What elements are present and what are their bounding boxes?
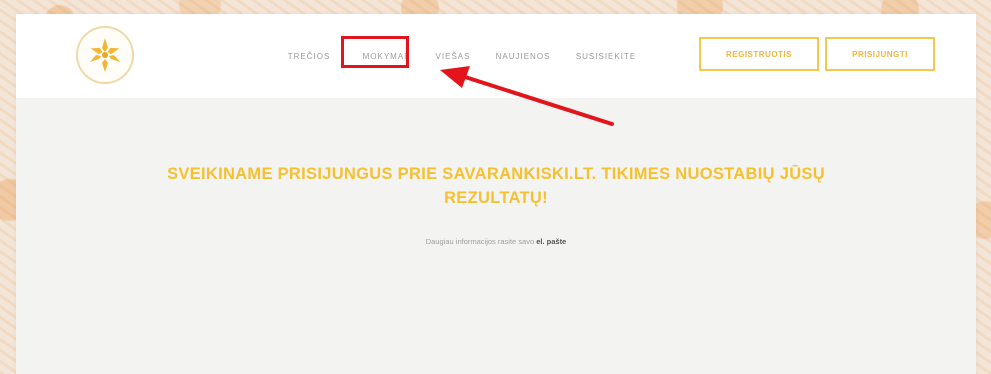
nav-item-viesas[interactable]: VIEŠAS (423, 52, 483, 61)
logo-graphic (90, 38, 120, 72)
email-link[interactable]: el. pašte (536, 237, 566, 246)
site-header: TREČIOS MOKYMAI VIEŠAS NAUJIENOS SUSISIE… (16, 14, 976, 98)
page-panel: TREČIOS MOKYMAI VIEŠAS NAUJIENOS SUSISIE… (16, 14, 976, 374)
info-text: Daugiau informacijos rasite savo el. paš… (266, 237, 726, 246)
welcome-heading: SVEIKINAME PRISIJUNGUS PRIE SAVARANKISKI… (116, 162, 876, 210)
info-text-body: Daugiau informacijos rasite savo (425, 237, 537, 246)
sun-flower-logo-icon[interactable] (76, 26, 134, 84)
register-button[interactable]: REGISTRUOTIS (699, 37, 819, 71)
main-nav: TREČIOS MOKYMAI VIEŠAS NAUJIENOS SUSISIE… (271, 52, 649, 61)
welcome-line-2: REZULTATŲ! (444, 189, 548, 207)
nav-item-susisiekite[interactable]: SUSISIEKITE (563, 52, 649, 61)
annotation-highlight-box (341, 36, 409, 68)
nav-item-treciosios[interactable]: TREČIOS (271, 52, 347, 61)
welcome-line-1: SVEIKINAME PRISIJUNGUS PRIE SAVARANKISKI… (167, 165, 825, 183)
login-button[interactable]: PRISIJUNGTI (825, 37, 935, 71)
nav-item-naujienos[interactable]: NAUJIENOS (483, 52, 563, 61)
